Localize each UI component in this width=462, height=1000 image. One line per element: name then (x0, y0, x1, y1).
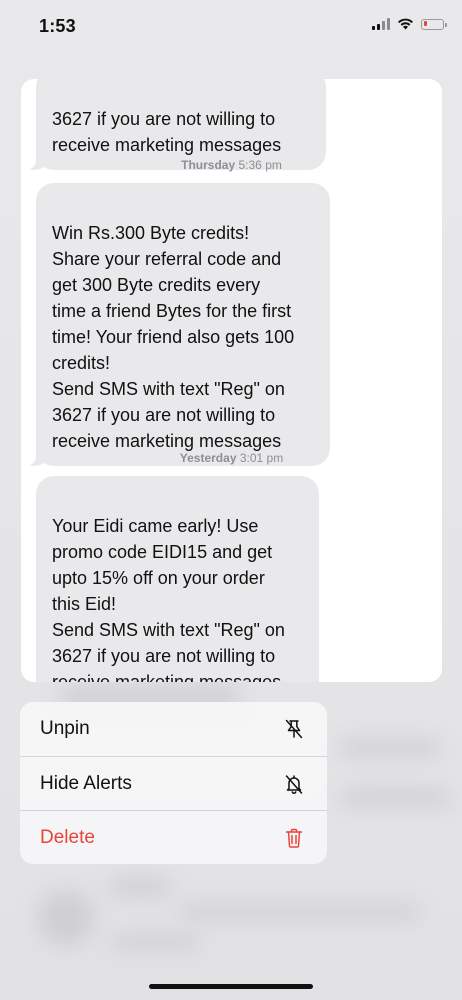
menu-item-label: Hide Alerts (40, 772, 132, 794)
message-bubble: Your Eidi came early! Use promo code EID… (36, 476, 319, 682)
timestamp-time: 3:01 pm (239, 451, 284, 465)
message-text: 3627 if you are not willing to receive m… (52, 109, 282, 155)
blurred-row (340, 790, 450, 806)
blurred-row (180, 905, 420, 919)
cellular-signal-icon (372, 18, 390, 30)
home-indicator[interactable] (149, 984, 313, 989)
timestamp: Yesterday 3:01 pm (21, 451, 442, 465)
unpin-icon (283, 718, 305, 740)
status-icons (372, 18, 447, 30)
bell-slash-icon (283, 773, 305, 795)
timestamp-day: Yesterday (179, 451, 237, 465)
timestamp: Thursday 5:36 pm (21, 158, 442, 172)
menu-item-label: Delete (40, 826, 95, 848)
blurred-row (110, 935, 200, 949)
blurred-row (340, 740, 440, 756)
context-menu: Unpin Hide Alerts Delete (20, 702, 327, 864)
hide-alerts-menu-item[interactable]: Hide Alerts (20, 756, 327, 810)
trash-icon (283, 827, 305, 849)
wifi-icon (398, 18, 413, 30)
blurred-avatar (38, 890, 94, 946)
menu-item-label: Unpin (40, 718, 90, 739)
message-bubble: 3627 if you are not willing to receive m… (26, 79, 326, 170)
blurred-row (110, 878, 170, 896)
status-time: 1:53 (39, 16, 76, 36)
message-text: Your Eidi came early! Use promo code EID… (52, 516, 285, 682)
unpin-menu-item[interactable]: Unpin (20, 702, 327, 756)
status-bar: 1:53 (0, 0, 462, 60)
battery-icon (421, 18, 447, 30)
message-preview-card[interactable]: 3627 if you are not willing to receive m… (21, 79, 442, 682)
timestamp-day: Thursday (181, 158, 236, 172)
message-text: Win Rs.300 Byte credits! Share your refe… (52, 223, 295, 451)
message-bubble: Win Rs.300 Byte credits! Share your refe… (26, 183, 330, 466)
battery-level (423, 21, 427, 26)
timestamp-time: 5:36 pm (238, 158, 282, 172)
delete-menu-item[interactable]: Delete (20, 810, 327, 864)
